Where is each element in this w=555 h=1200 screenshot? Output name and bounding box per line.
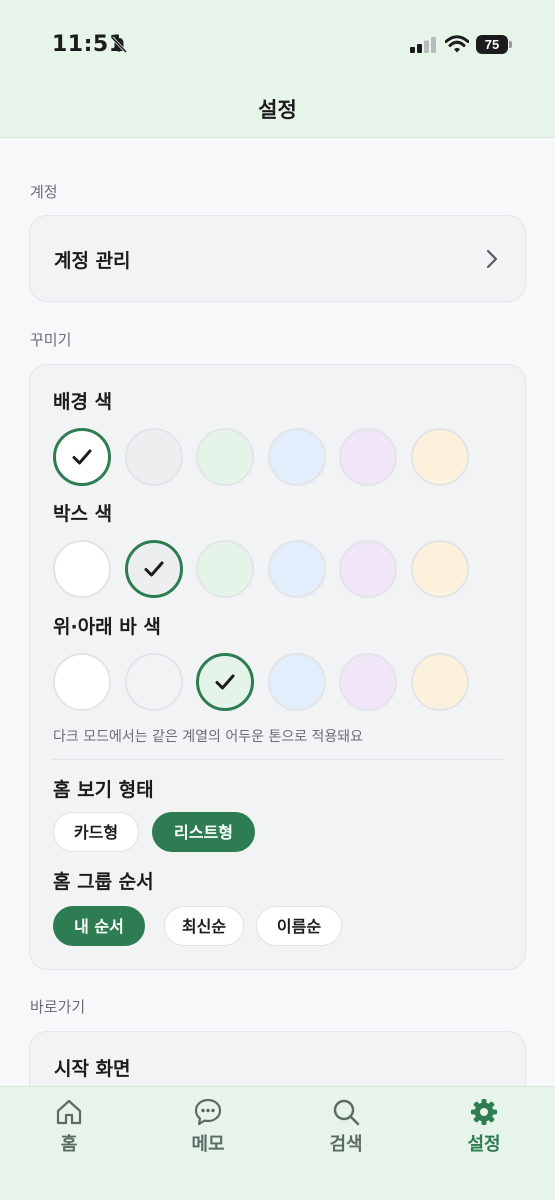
tab-home-label: 홈	[60, 1134, 78, 1155]
box-color-swatch[interactable]	[124, 540, 183, 598]
group-order-label: 홈 그룹 순서	[53, 871, 154, 893]
bar-color-label: 위·아래 바 색	[53, 616, 161, 638]
bar-color-swatch[interactable]	[410, 653, 469, 711]
chevron-right-icon	[486, 249, 498, 269]
bar-color-swatch[interactable]	[267, 653, 326, 711]
box-color-swatch[interactable]	[53, 540, 111, 598]
top-bar: 11:51 75 설정	[0, 0, 555, 138]
box-color-swatch[interactable]	[196, 540, 254, 598]
tab-settings-label: 설정	[467, 1134, 501, 1155]
group-order-custom-chip[interactable]: 내 순서	[53, 906, 145, 946]
box-color-swatch[interactable]	[267, 540, 326, 598]
box-color-swatch[interactable]	[410, 540, 469, 598]
tab-home[interactable]: 홈	[19, 1097, 119, 1167]
tab-bar: 홈 메모 검색 설정	[0, 1086, 555, 1200]
bar-color-swatch[interactable]	[339, 653, 397, 711]
search-icon	[333, 1099, 360, 1126]
account-management-row[interactable]: 계정 관리	[29, 215, 526, 302]
background-color-swatch[interactable]	[339, 428, 397, 486]
signal-icon	[410, 37, 436, 53]
battery-cap	[509, 41, 512, 48]
box-color-swatch[interactable]	[339, 540, 397, 598]
group-order-latest-chip[interactable]: 최신순	[164, 906, 244, 946]
background-color-swatch[interactable]	[196, 428, 254, 486]
tab-memo[interactable]: 메모	[158, 1097, 258, 1167]
account-management-label: 계정 관리	[54, 250, 131, 272]
bar-color-swatch[interactable]	[53, 653, 111, 711]
gear-icon	[471, 1099, 497, 1125]
box-color-label: 박스 색	[53, 503, 113, 525]
tab-memo-label: 메모	[191, 1134, 225, 1155]
customize-card: 배경 색 박스 색 위·아래 바 색 다크 모드에서는 같은 계열의 어두운 톤…	[29, 364, 526, 970]
tab-search[interactable]: 검색	[296, 1097, 396, 1167]
status-bar: 11:51 75	[0, 0, 555, 90]
divider	[53, 759, 504, 760]
account-section-label: 계정	[30, 183, 58, 201]
shortcuts-section-label: 바로가기	[30, 998, 86, 1016]
battery-icon: 75	[476, 35, 512, 54]
wifi-icon	[445, 35, 469, 53]
checkmark-icon	[72, 449, 92, 465]
background-color-swatch[interactable]	[267, 428, 326, 486]
home-view-card-chip[interactable]: 카드형	[53, 812, 139, 852]
tab-search-label: 검색	[329, 1134, 363, 1155]
background-color-swatch[interactable]	[410, 428, 469, 486]
home-view-label: 홈 보기 형태	[53, 779, 154, 801]
customize-section-label: 꾸미기	[30, 331, 72, 349]
bell-slash-icon	[110, 36, 128, 54]
home-icon	[56, 1099, 82, 1125]
checkmark-icon	[215, 674, 235, 690]
start-screen-label: 시작 화면	[54, 1058, 131, 1080]
chat-bubble-icon	[194, 1098, 222, 1126]
tab-settings[interactable]: 설정	[434, 1097, 534, 1167]
background-color-label: 배경 색	[53, 391, 113, 413]
bar-color-swatch[interactable]	[196, 653, 254, 711]
background-color-swatch[interactable]	[53, 428, 111, 486]
checkmark-icon	[144, 561, 163, 577]
home-view-list-chip[interactable]: 리스트형	[152, 812, 255, 852]
group-order-name-chip[interactable]: 이름순	[256, 906, 342, 946]
page-title: 설정	[258, 98, 297, 122]
dark-mode-hint: 다크 모드에서는 같은 계열의 어두운 톤으로 적용돼요	[53, 729, 364, 745]
bar-color-swatch[interactable]	[124, 653, 183, 711]
background-color-swatch[interactable]	[124, 428, 183, 486]
battery-level: 75	[476, 35, 508, 54]
